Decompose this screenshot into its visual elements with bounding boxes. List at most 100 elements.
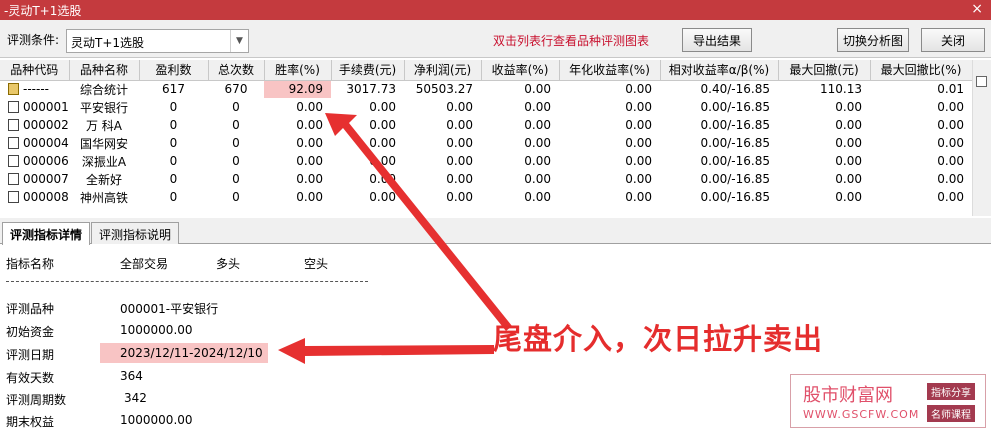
table-cell: 国华网安	[79, 136, 128, 151]
table-cell: 0.00	[446, 136, 473, 150]
export-button[interactable]: 导出结果	[682, 28, 752, 52]
table-cell: 0	[169, 118, 178, 132]
stock-code: ------	[23, 82, 49, 97]
table-cell: 0.00	[524, 190, 551, 204]
col-header[interactable]: 年化收益率(%)	[559, 60, 661, 81]
table-header-row: 品种代码 品种名称 盈利数 总次数 胜率(%) 手续费(元) 净利润(元) 收益…	[0, 60, 972, 81]
detail-row-name: 初始资金	[6, 325, 55, 339]
col-header[interactable]: 胜率(%)	[264, 60, 332, 81]
tab-explain[interactable]: 评测指标说明	[91, 222, 180, 244]
col-header[interactable]: 手续费(元)	[331, 60, 405, 81]
watermark-logo: 股市财富网 WWW.GSCFW.COM 指标分享 名师课程	[790, 374, 986, 428]
table-cell: 50503.27	[415, 82, 473, 97]
table-row[interactable]: 000004 国华网安 0 0 0.00 0.00 0.00 0.00 0.00 0.00/-16…	[0, 134, 972, 152]
table-scrollbar[interactable]	[972, 60, 991, 216]
table-cell: 0.00	[835, 118, 862, 132]
table-cell: 0.00	[296, 100, 323, 114]
table-row[interactable]: 000002 万 科A 0 0 0.00 0.00 0.00 0.00 0.00 0.00/-16…	[0, 116, 972, 134]
chevron-down-icon[interactable]: ▼	[230, 30, 248, 52]
table-cell: 0.00	[835, 100, 862, 114]
table-cell: 0.00	[296, 154, 323, 168]
table-cell: 0.00	[296, 136, 323, 150]
col-header[interactable]: 品种名称	[69, 60, 140, 81]
table-cell: 0.00	[296, 118, 323, 132]
table-cell: 0.00	[625, 172, 652, 186]
table-cell: 0.00	[937, 190, 964, 204]
table-cell: 0.00	[625, 82, 652, 97]
table-cell: 0.00	[446, 190, 473, 204]
document-icon	[8, 101, 19, 113]
col-header[interactable]: 最大回撤比(%)	[870, 60, 972, 81]
table-cell: 000002	[0, 116, 69, 134]
table-row[interactable]: 000007 全新好 0 0 0.00 0.00 0.00 0.00 0.00 0.00/-16.…	[0, 170, 972, 188]
table-cell: ------	[0, 80, 69, 98]
table-cell: 0.40/-16.85	[700, 82, 770, 97]
col-header[interactable]: 净利润(元)	[404, 60, 482, 81]
table-cell: 0	[232, 136, 240, 150]
condition-select[interactable]: 灵动T+1选股 ▼	[66, 29, 249, 53]
detail-row-name: 评测日期	[6, 348, 55, 362]
col-header[interactable]: 盈利数	[139, 60, 209, 81]
detail-row-name: 有效天数	[6, 371, 55, 385]
table-cell: 0.00	[937, 100, 964, 114]
table-row[interactable]: 000006 深振业A 0 0 0.00 0.00 0.00 0.00 0.00 0.00/-16…	[0, 152, 972, 170]
table-cell: 0	[232, 100, 240, 114]
col-header[interactable]: 品种代码	[0, 60, 70, 81]
results-table[interactable]: 品种代码 品种名称 盈利数 总次数 胜率(%) 手续费(元) 净利润(元) 收益…	[0, 60, 972, 216]
detail-tabs: 评测指标详情 评测指标说明	[0, 218, 991, 245]
table-cell: 0.00	[835, 136, 862, 150]
detail-row-value: 000001-平安银行	[120, 302, 219, 316]
table-cell: 3017.73	[346, 82, 396, 97]
table-cell: 0.00	[524, 100, 551, 114]
table-cell: 0.00/-16.85	[700, 154, 770, 168]
table-cell: 0.00	[369, 154, 396, 168]
table-cell: 0.00	[625, 154, 652, 168]
stock-code: 000004	[23, 136, 69, 150]
table-cell: 0.00	[625, 190, 652, 204]
table-cell: 0	[232, 118, 240, 132]
watermark-badge: 名师课程	[927, 405, 975, 422]
table-cell: 0.00	[446, 100, 473, 114]
table-cell: 0.00	[937, 172, 964, 186]
table-cell: 万 科A	[85, 118, 123, 133]
col-header[interactable]: 总次数	[208, 60, 265, 81]
table-cell: 0	[169, 136, 178, 150]
col-header[interactable]: 收益率(%)	[481, 60, 560, 81]
detail-row-value: 1000000.00	[120, 413, 193, 427]
checkbox-icon[interactable]	[976, 76, 987, 87]
detail-row-name: 期末权益	[6, 415, 55, 429]
table-cell: 0.00	[524, 82, 551, 97]
col-header[interactable]: 相对收益率α/β(%)	[660, 60, 779, 81]
window-close-icon[interactable]: ×	[971, 1, 983, 17]
detail-row-name: 评测周期数	[6, 393, 67, 407]
watermark-brand: 股市财富网	[803, 385, 893, 406]
table-cell: 0.01	[937, 82, 964, 97]
title-bar: -灵动T+1选股 ×	[0, 0, 991, 20]
table-cell: 0	[232, 154, 240, 168]
table-cell: 0.00	[524, 172, 551, 186]
tab-detail[interactable]: 评测指标详情	[2, 222, 91, 245]
table-cell: 神州高铁	[79, 190, 128, 205]
table-cell: 0.00	[625, 136, 652, 150]
table-row[interactable]: 000001 平安银行 0 0 0.00 0.00 0.00 0.00 0.00 0.00/-16…	[0, 98, 972, 116]
table-cell: 0	[169, 100, 178, 114]
table-cell: 0.00/-16.85	[700, 100, 770, 114]
table-cell: 0.00	[524, 154, 551, 168]
table-cell: 617	[162, 82, 185, 97]
table-cell: 0.00	[369, 100, 396, 114]
switch-chart-button[interactable]: 切换分析图	[837, 28, 909, 52]
close-button[interactable]: 关闭	[921, 28, 985, 52]
table-cell: 0	[232, 190, 240, 204]
table-row[interactable]: ------ 综合统计 617 670 92.09 3017.73 50503.27 0.00…	[0, 80, 972, 98]
col-header[interactable]: 最大回撤(元)	[778, 60, 871, 81]
table-cell: 全新好	[85, 172, 122, 187]
condition-label: 评测条件:	[7, 33, 60, 47]
table-cell: 0.00	[369, 118, 396, 132]
folder-icon	[8, 83, 19, 96]
table-cell: 0.00	[937, 118, 964, 132]
window-title: -灵动T+1选股	[4, 3, 82, 18]
table-cell: 0.00	[625, 100, 652, 114]
table-cell: 000004	[0, 134, 69, 152]
table-row[interactable]: 000008 神州高铁 0 0 0.00 0.00 0.00 0.00 0.00 0.00/-16…	[0, 188, 972, 206]
watermark-url: WWW.GSCFW.COM	[803, 408, 920, 421]
